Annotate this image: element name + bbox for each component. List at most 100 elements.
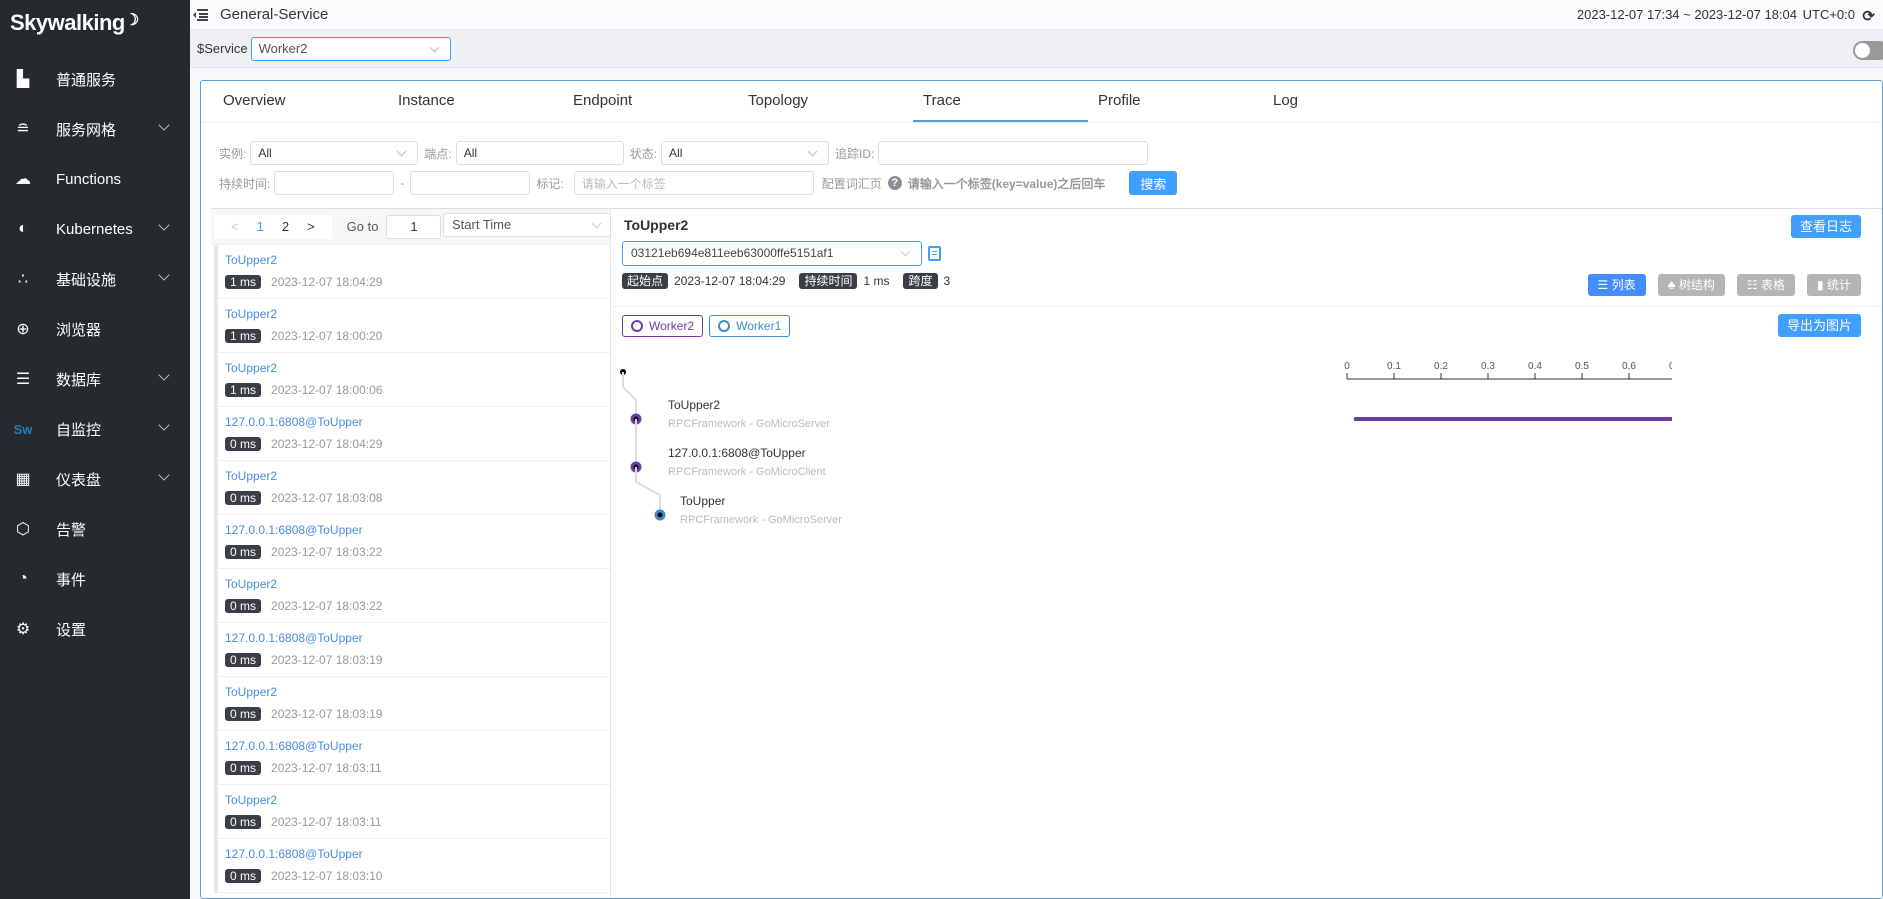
trace-list-item[interactable]: ToUpper2 0 ms 2023-12-07 18:03:22 [214,569,610,623]
sidebar-item-7[interactable]: Sw 自监控 [0,404,190,454]
tab-overview[interactable]: Overview [213,81,388,122]
view-table-button[interactable]: ☷ 表格 [1736,274,1796,296]
sidebar-item-0[interactable]: ▙ 普通服务 [0,54,190,104]
time-range[interactable]: 2023-12-07 17:34 ~ 2023-12-07 18:04 [1577,7,1797,22]
trace-list-item[interactable]: ToUpper2 0 ms 2023-12-07 18:03:08 [214,461,610,515]
tab-trace[interactable]: Trace [913,81,1088,122]
sidebar-item-10[interactable]: ◔ 事件 [0,554,190,604]
page-1-button[interactable]: 1 [257,219,264,234]
status-select[interactable]: All [661,141,830,165]
sidebar-item-4[interactable]: ∴ 基础设施 [0,254,190,304]
sidebar-item-8[interactable]: ▦ 仪表盘 [0,454,190,504]
spans-tag: 跨度 [903,273,938,289]
endpoint-input[interactable]: All [455,141,624,165]
trace-endpoint[interactable]: ToUpper2 [225,469,610,483]
duration-value: 1 ms [863,274,890,288]
dashboard-icon: ▦ [15,471,31,488]
trace-timestamp: 2023-12-07 18:03:11 [271,815,382,829]
trace-endpoint[interactable]: ToUpper2 [225,361,610,375]
help-icon[interactable]: ? [887,176,902,190]
sidebar-item-5[interactable]: ⊕ 浏览器 [0,304,190,354]
kubernetes-icon: ◐ [18,220,28,237]
tab-topology[interactable]: Topology [738,81,913,122]
sidebar-item-6[interactable]: ☰ 数据库 [0,354,190,404]
trace-timestamp: 2023-12-07 18:00:20 [271,329,383,343]
mesh-icon: ≘ [16,121,30,138]
service-label: $Service [197,41,248,56]
trace-list-item[interactable]: 127.0.0.1:6808@ToUpper 0 ms 2023-12-07 1… [214,407,610,461]
duration-min-input[interactable] [274,171,395,195]
view-stats-button[interactable]: ▮ 统计 [1807,274,1861,296]
trace-list-item[interactable]: 127.0.0.1:6808@ToUpper 0 ms 2023-12-07 1… [214,731,610,785]
goto-page-input[interactable]: 1 [386,214,442,239]
trace-endpoint[interactable]: 127.0.0.1:6808@ToUpper [225,523,610,537]
sidebar-item-2[interactable]: ☁ Functions [0,154,190,204]
service-legend-item[interactable]: Worker2 [622,315,704,337]
span-name: 127.0.0.1:6808@ToUpper [668,446,806,460]
trace-endpoint[interactable]: 127.0.0.1:6808@ToUpper [225,631,610,645]
trace-endpoint[interactable]: 127.0.0.1:6808@ToUpper [225,415,610,429]
status-label: 状态: [629,146,658,161]
instance-select[interactable]: All [250,141,419,165]
sidebar-item-3[interactable]: ◐ Kubernetes [0,204,190,254]
axis-tick-label: 0.1 [1387,361,1401,372]
list-icon: ☰ [1597,278,1609,292]
trace-id-input[interactable] [878,141,1149,165]
prev-page-button[interactable]: < [231,219,239,234]
view-logs-button[interactable]: 查看日志 [1790,215,1861,238]
next-page-button[interactable]: > [307,219,315,234]
view-list-button[interactable]: ☰ 列表 [1587,274,1646,296]
tab-profile[interactable]: Profile [1088,81,1263,122]
trace-endpoint[interactable]: ToUpper2 [225,253,610,267]
sidebar-item-label: 基础设施 [56,271,117,289]
menu-collapse-icon[interactable] [192,8,208,22]
config-vocab-link[interactable]: 配置词汇页 [822,175,882,192]
trace-endpoint[interactable]: ToUpper2 [225,307,610,321]
search-button[interactable]: 搜索 [1129,171,1178,195]
page-2-button[interactable]: 2 [282,219,289,234]
duration-tag: 持续时间 [799,273,858,289]
tags-input[interactable]: 请输入一个标签 [573,171,814,195]
service-legend-item[interactable]: Worker1 [709,315,791,337]
trace-list-item[interactable]: ToUpper2 0 ms 2023-12-07 18:03:11 [214,785,610,839]
trace-list-item[interactable]: 127.0.0.1:6808@ToUpper 0 ms 2023-12-07 1… [214,515,610,569]
trace-id-select[interactable]: 03121eb694e811eeb63000ffe5151af1 [622,241,922,266]
trace-endpoint[interactable]: 127.0.0.1:6808@ToUpper [225,847,610,861]
axis-tick-label: 0.2 [1434,361,1448,372]
chevron-down-icon [158,269,170,281]
trace-list-item[interactable]: ToUpper2 1 ms 2023-12-07 18:00:06 [214,353,610,407]
tab-log[interactable]: Log [1263,81,1438,122]
cloud-icon: ☁ [15,171,31,188]
trace-endpoint[interactable]: ToUpper2 [225,577,610,591]
sidebar-item-1[interactable]: ≘ 服务网格 [0,104,190,154]
export-image-button[interactable]: 导出为图片 [1777,314,1861,337]
top-bar: General-Service 2023-12-07 17:34 ~ 2023-… [190,0,1883,30]
trace-filters: 实例: All 端点: All 状态: All 追踪ID: 持续时间: - 标记… [211,131,1882,209]
trace-list-item[interactable]: 127.0.0.1:6808@ToUpper 0 ms 2023-12-07 1… [214,623,610,677]
service-name: Worker1 [736,319,782,333]
tab-endpoint[interactable]: Endpoint [563,81,738,122]
trace-endpoint[interactable]: 127.0.0.1:6808@ToUpper [225,739,610,753]
view-label: 表格 [1761,278,1786,292]
sort-select[interactable]: Start Time [443,213,611,237]
refresh-icon[interactable]: ⟳ [1862,7,1875,25]
duration-max-input[interactable] [410,171,531,195]
axis-tick-label: 0.3 [1481,361,1495,372]
trace-list-item[interactable]: ToUpper2 1 ms 2023-12-07 18:00:20 [214,299,610,353]
main-area: General-Service 2023-12-07 17:34 ~ 2023-… [190,0,1883,899]
sidebar-item-9[interactable]: ⬡ 告警 [0,504,190,554]
globe-icon: ⊕ [16,321,30,338]
service-select[interactable]: Worker2 [250,36,451,61]
skywalking-logo[interactable]: Skywalking☽ [0,0,190,54]
tab-instance[interactable]: Instance [388,81,563,122]
sidebar-item-11[interactable]: ⚙ 设置 [0,604,190,654]
trace-endpoint[interactable]: ToUpper2 [225,793,610,807]
copy-icon[interactable] [928,246,941,261]
trace-endpoint[interactable]: ToUpper2 [225,685,610,699]
trace-list-item[interactable]: ToUpper2 0 ms 2023-12-07 18:03:19 [214,677,610,731]
trace-list-item[interactable]: ToUpper2 1 ms 2023-12-07 18:04:29 [214,245,610,299]
edit-toggle[interactable] [1853,41,1883,60]
view-tree-button[interactable]: ♣ 树结构 [1657,274,1725,296]
sidebar-item-label: 事件 [56,571,87,589]
trace-list-item[interactable]: 127.0.0.1:6808@ToUpper 0 ms 2023-12-07 1… [214,839,610,893]
